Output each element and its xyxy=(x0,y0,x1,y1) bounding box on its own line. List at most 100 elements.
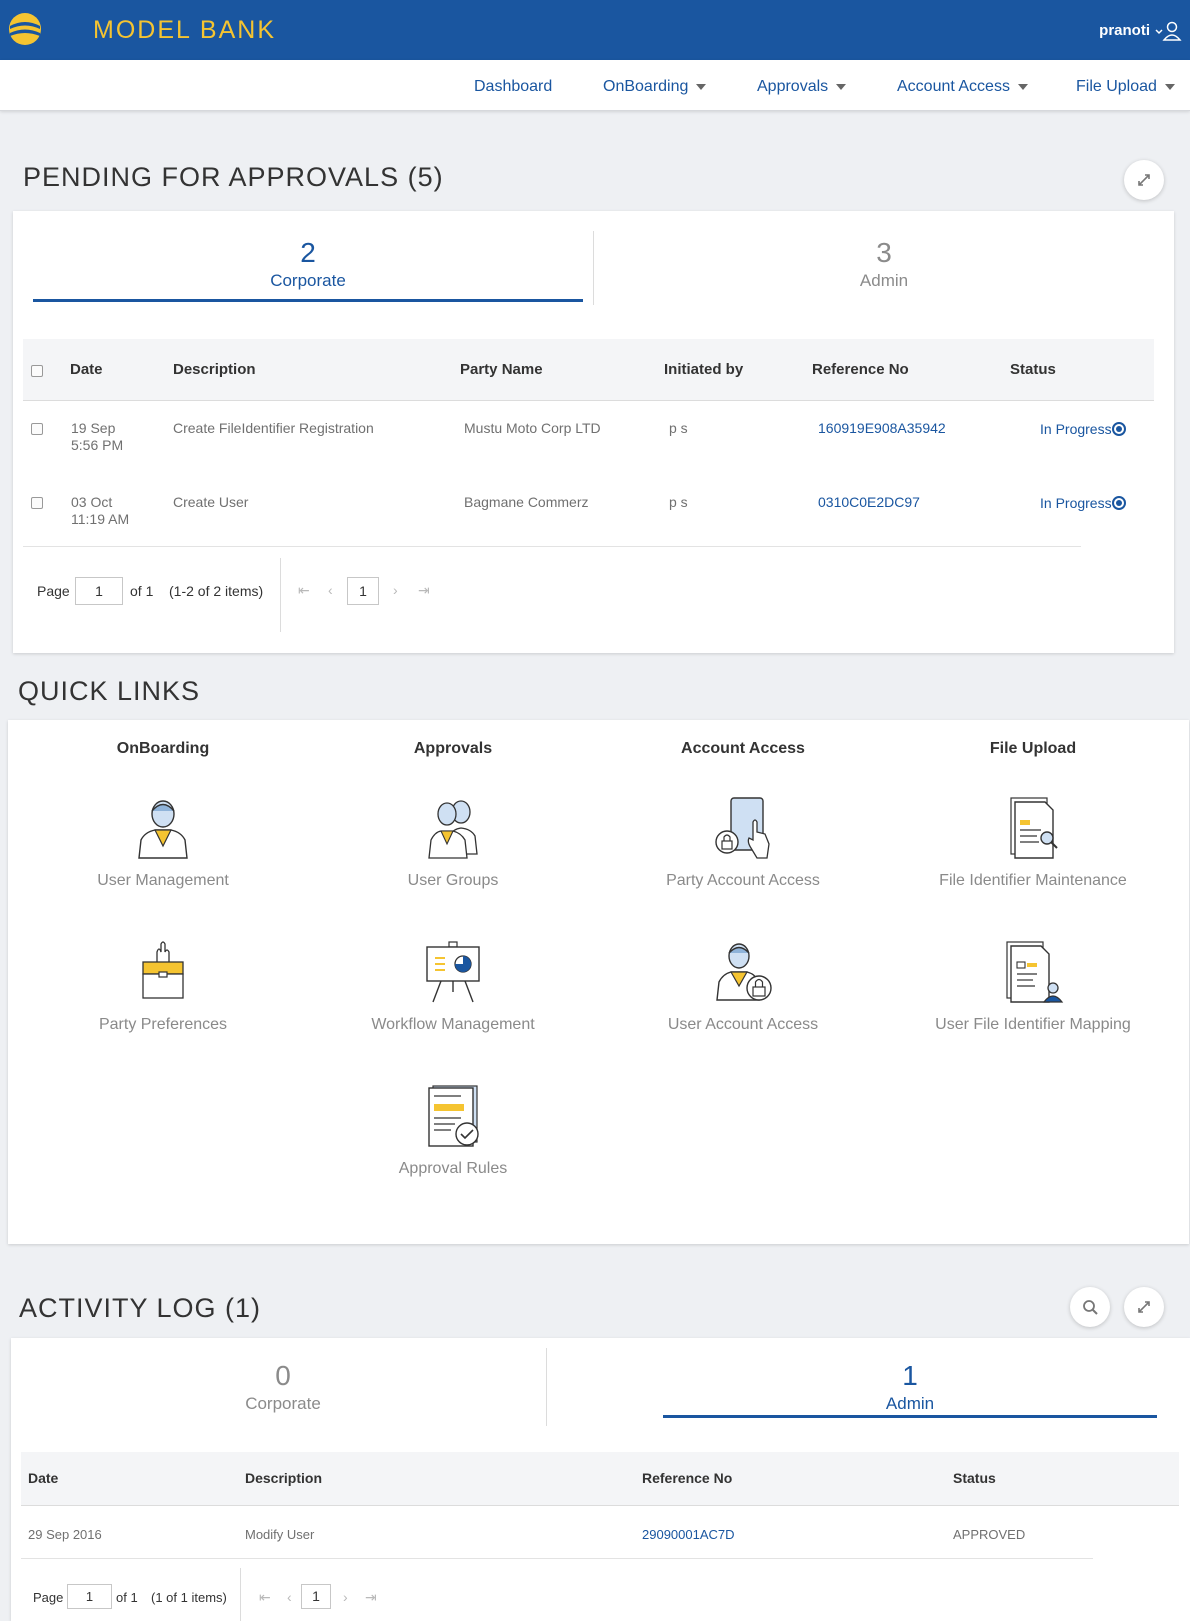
quick-link-file-identifier-maintenance[interactable]: File Identifier Maintenance xyxy=(893,796,1173,890)
pager-divider xyxy=(240,1568,241,1621)
bank-logo-icon[interactable] xyxy=(8,12,42,46)
prev-page-icon[interactable]: ‹ xyxy=(328,582,333,598)
username[interactable]: pranoti xyxy=(1099,22,1150,39)
column-header[interactable]: Description xyxy=(173,361,256,378)
chevron-down-icon xyxy=(696,83,707,90)
quick-link-label: Workflow Management xyxy=(371,1016,535,1033)
tab-corporate[interactable]: 0 Corporate xyxy=(21,1360,545,1414)
select-all-checkbox[interactable] xyxy=(31,365,43,377)
quick-link-label: Approval Rules xyxy=(398,1160,508,1177)
tab-corporate[interactable]: 2 Corporate xyxy=(33,237,583,291)
current-page[interactable]: 1 xyxy=(347,577,379,605)
user-lock-icon xyxy=(716,943,772,1001)
nav-dashboard[interactable]: Dashboard xyxy=(474,78,552,96)
next-page-icon[interactable]: › xyxy=(393,582,398,598)
column-header[interactable]: Reference No xyxy=(642,1470,732,1486)
quick-link-label: User Account Access xyxy=(667,1016,819,1033)
row-description: Modify User xyxy=(245,1527,315,1542)
quick-link-user-management[interactable]: User Management xyxy=(23,796,303,890)
presentation-board-icon xyxy=(426,941,480,1003)
quick-link-user-file-identifier-mapping[interactable]: User File Identifier Mapping xyxy=(893,940,1173,1034)
page-number-input[interactable] xyxy=(67,1584,112,1609)
quick-link-label: User File Identifier Mapping xyxy=(935,1016,1131,1033)
column-header[interactable]: Date xyxy=(70,361,103,378)
row-party-name: Bagmane Commerz xyxy=(464,494,589,510)
tab-label: Corporate xyxy=(270,271,346,290)
progress-icon xyxy=(1111,496,1126,510)
tab-admin[interactable]: 1 Admin xyxy=(663,1360,1157,1414)
prev-page-icon[interactable]: ‹ xyxy=(287,1589,292,1605)
pending-approvals-card: 2 Corporate 3 Admin Date Description Par… xyxy=(13,211,1174,653)
first-page-icon[interactable]: ⇤ xyxy=(298,582,310,599)
column-header[interactable]: Status xyxy=(953,1470,996,1486)
tab-count: 0 xyxy=(275,1360,291,1391)
quick-link-label: File Identifier Maintenance xyxy=(939,872,1127,889)
column-header[interactable]: Initiated by xyxy=(664,361,743,378)
briefcase-icon xyxy=(142,941,184,999)
quick-links-title: QUICK LINKS xyxy=(18,676,201,706)
last-page-icon[interactable]: ⇥ xyxy=(365,1589,377,1606)
tab-label: Corporate xyxy=(245,1394,321,1413)
document-user-icon xyxy=(1006,941,1064,1003)
status-badge: APPROVED xyxy=(953,1527,1026,1542)
tab-count: 3 xyxy=(876,237,892,268)
row-divider xyxy=(21,1558,1093,1559)
quick-link-party-preferences[interactable]: Party Preferences xyxy=(23,940,303,1034)
quick-links-column: File Upload xyxy=(989,740,1077,757)
next-page-icon[interactable]: › xyxy=(343,1589,348,1605)
row-initiated-by: p s xyxy=(669,420,688,436)
row-checkbox[interactable] xyxy=(31,497,43,509)
quick-link-label: User Management xyxy=(97,872,229,889)
expand-button[interactable] xyxy=(1124,1287,1164,1327)
expand-button[interactable] xyxy=(1124,160,1164,200)
pager-label: Page xyxy=(37,583,70,599)
quick-link-workflow-management[interactable]: Workflow Management xyxy=(313,940,593,1034)
quick-link-approval-rules[interactable]: Approval Rules xyxy=(313,1084,593,1178)
nav-file-upload[interactable]: File Upload xyxy=(1076,78,1175,96)
row-description: Create FileIdentifier Registration xyxy=(173,420,374,436)
pager-items-text: (1-2 of 2 items) xyxy=(169,583,264,599)
table-header: Date Description Reference No Status xyxy=(21,1452,1179,1506)
page-number-input[interactable] xyxy=(75,577,123,605)
quick-link-label: Party Account Access xyxy=(666,872,820,889)
users-icon xyxy=(428,800,478,859)
row-initiated-by: p s xyxy=(669,494,688,510)
document-search-icon xyxy=(1010,797,1058,859)
nav-onboarding[interactable]: OnBoarding xyxy=(603,78,707,96)
tab-divider xyxy=(593,231,594,305)
tab-count: 2 xyxy=(300,237,316,268)
quick-links-column: OnBoarding xyxy=(116,740,210,757)
pager-divider xyxy=(280,558,281,632)
tab-admin[interactable]: 3 Admin xyxy=(609,237,1159,291)
column-header[interactable]: Party Name xyxy=(460,361,543,378)
pager-of-text: of 1 xyxy=(130,583,154,599)
tab-label: Admin xyxy=(859,271,909,290)
user-menu-icon[interactable] xyxy=(1154,20,1182,42)
last-page-icon[interactable]: ⇥ xyxy=(418,582,430,599)
status-in-progress[interactable]: In Progress xyxy=(1040,421,1126,437)
status-in-progress[interactable]: In Progress xyxy=(1040,495,1126,511)
quick-link-label: User Groups xyxy=(407,872,499,889)
tab-count: 1 xyxy=(902,1360,918,1391)
row-date: 03 Oct 11:19 AM xyxy=(71,494,130,527)
column-header[interactable]: Status xyxy=(1010,361,1056,378)
expand-icon xyxy=(1138,1301,1150,1313)
search-button[interactable] xyxy=(1070,1287,1110,1327)
user-icon xyxy=(138,800,188,859)
row-date: 19 Sep 5:56 PM xyxy=(71,420,124,453)
quick-link-user-account-access[interactable]: User Account Access xyxy=(603,940,883,1034)
reference-link[interactable]: 29090001AC7D xyxy=(642,1526,735,1543)
nav-approvals[interactable]: Approvals xyxy=(757,78,847,96)
chevron-down-icon xyxy=(1017,83,1028,90)
column-header[interactable]: Reference No xyxy=(812,361,909,378)
quick-link-party-account-access[interactable]: Party Account Access xyxy=(603,796,883,890)
column-header[interactable]: Description xyxy=(245,1470,322,1486)
current-page[interactable]: 1 xyxy=(301,1584,331,1609)
reference-link[interactable]: 0310C0E2DC97 xyxy=(818,494,920,511)
nav-account-access[interactable]: Account Access xyxy=(897,78,1028,96)
quick-link-user-groups[interactable]: User Groups xyxy=(313,796,593,890)
column-header[interactable]: Date xyxy=(28,1470,58,1486)
row-checkbox[interactable] xyxy=(31,423,43,435)
first-page-icon[interactable]: ⇤ xyxy=(259,1589,271,1606)
reference-link[interactable]: 160919E908A35942 xyxy=(818,420,946,437)
